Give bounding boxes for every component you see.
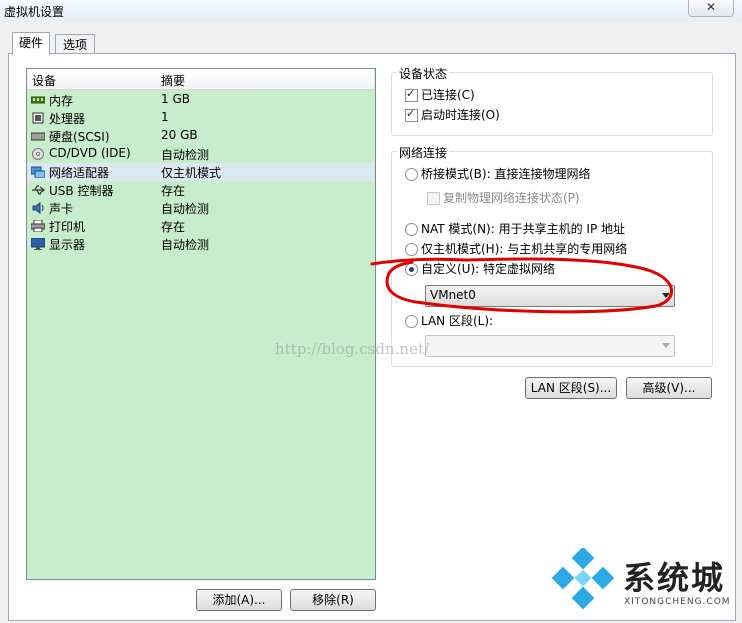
device-summary: 1 GB [161,92,190,106]
connect-at-power-on-checkbox[interactable] [405,107,418,122]
device-name: 打印机 [49,220,86,234]
logo-text: 系统城 [623,559,726,597]
device-row-usb-controller[interactable]: USB 控制器 存在 [27,181,374,199]
replicate-state-checkbox[interactable] [427,192,440,205]
device-summary: 自动检测 [161,202,210,216]
device-summary: 自动检测 [161,238,210,252]
logo-mark-icon [551,548,615,610]
device-row-network-adapter[interactable]: 网络适配器 仅主机模式 [27,163,374,181]
tab-options-label: 选项 [62,38,87,52]
device-row-hard-disk[interactable]: 硬盘(SCSI) 20 GB [27,127,374,145]
device-name: 显示器 [49,238,86,252]
display-icon [31,238,45,250]
device-name: 网络适配器 [49,166,110,180]
device-row-sound-card[interactable]: 声卡 自动检测 [27,199,374,217]
bridged-label[interactable]: 桥接模式(B): 直接连接物理网络 [421,165,590,182]
memory-icon [31,96,45,104]
usb-icon [32,185,45,195]
device-list-header: 设备 摘要 [27,69,374,90]
device-name: USB 控制器 [49,184,114,198]
device-summary: 存在 [161,220,186,234]
chevron-down-icon [662,343,670,348]
bridged-radio[interactable] [405,168,418,181]
add-device-button[interactable]: 添加(A)... [196,589,282,611]
red-annotation-circle [370,257,674,314]
column-header-device[interactable]: 设备 [32,72,56,89]
processor-icon [32,112,44,124]
device-row-cd-dvd[interactable]: CD/DVD (IDE) 自动检测 [27,145,374,163]
cd-dvd-icon [32,148,44,160]
lan-segments-button[interactable]: LAN 区段(S)... [525,377,617,399]
hard-disk-icon [31,132,45,141]
tab-hardware-label: 硬件 [18,36,43,50]
device-name: 声卡 [49,202,74,216]
device-summary: 自动检测 [161,148,210,162]
device-row-display[interactable]: 显示器 自动检测 [27,235,374,253]
network-adapter-icon [31,166,45,178]
nat-label[interactable]: NAT 模式(N): 用于共享主机的 IP 地址 [421,220,625,237]
sound-card-icon [32,202,44,214]
device-status-title: 设备状态 [397,65,450,82]
tab-hardware[interactable]: 硬件 [12,32,50,55]
close-icon: ✕ [705,0,717,14]
remove-device-button[interactable]: 移除(R) [290,589,376,611]
logo-subtext: XITONGCHENG.COM [624,597,731,607]
connected-label[interactable]: 已连接(C) [421,86,475,103]
tab-options[interactable]: 选项 [55,34,95,55]
advanced-button[interactable]: 高级(V)... [626,377,712,399]
nat-radio[interactable] [405,223,418,236]
device-row-processor[interactable]: 处理器 1 [27,109,374,127]
device-name: CD/DVD (IDE) [49,146,131,160]
device-row-printer[interactable]: 打印机 存在 [27,217,374,235]
lan-segment-select[interactable] [425,335,675,357]
connect-at-power-on-label[interactable]: 启动时连接(O) [421,106,500,123]
device-name: 内存 [49,94,74,108]
replicate-state-label[interactable]: 复制物理网络连接状态(P) [443,189,580,206]
device-summary: 1 [161,110,169,124]
close-button[interactable]: ✕ [688,0,734,17]
window-title: 虚拟机设置 [4,5,65,19]
connected-checkbox[interactable] [405,87,418,102]
network-connection-title: 网络连接 [397,144,450,161]
device-row-memory[interactable]: 内存 1 GB [27,91,374,109]
device-summary: 存在 [161,184,186,198]
printer-icon [31,220,45,232]
device-summary: 仅主机模式 [161,166,222,180]
watermark-text: http://blog.csdn.net/ [275,340,430,358]
device-name: 处理器 [49,112,86,126]
window-titlebar: 虚拟机设置 ✕ [0,0,742,23]
column-header-summary[interactable]: 摘要 [161,72,185,89]
device-name: 硬盘(SCSI) [49,130,110,144]
device-summary: 20 GB [161,128,198,142]
